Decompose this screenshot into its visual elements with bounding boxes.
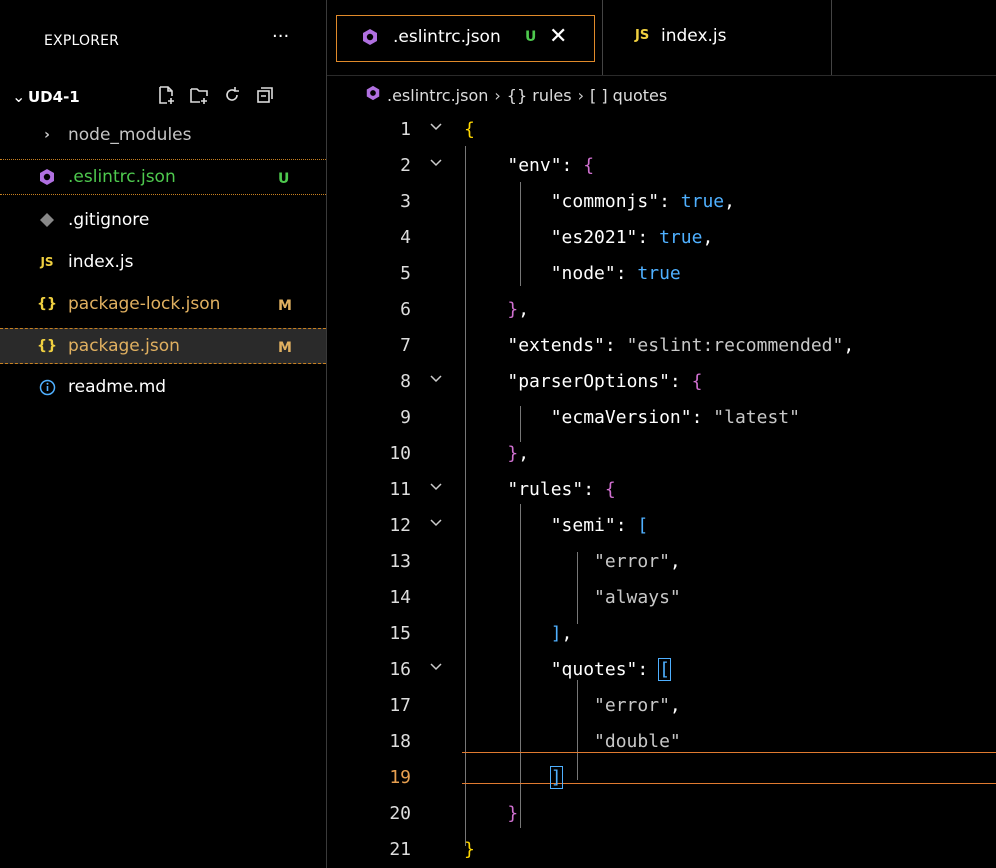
code-line: 15 ], [327, 618, 996, 650]
code-line: 7 "extends": "eslint:recommended", [327, 330, 996, 362]
modified-badge: M [278, 298, 292, 314]
workspace-folder[interactable]: ⌄ UD4-1 [0, 84, 326, 114]
line-number: 9 [400, 407, 411, 428]
file-name: package.json [68, 336, 180, 356]
file-item-node-modules[interactable]: › node_modules [0, 118, 326, 154]
eslint-icon [38, 168, 56, 186]
line-number: 7 [400, 335, 411, 356]
code-line: 6 }, [327, 294, 996, 326]
code-line: 21 } [327, 834, 996, 866]
line-number: 6 [400, 299, 411, 320]
code-line: 8 "parserOptions": { [327, 366, 996, 398]
eslint-icon [361, 28, 379, 50]
file-name: index.js [68, 252, 134, 272]
line-number: 21 [389, 839, 411, 860]
eslint-icon [365, 85, 381, 105]
more-actions-icon[interactable]: ··· [272, 26, 289, 47]
code-line: 9 "ecmaVersion": "latest" [327, 402, 996, 434]
line-number: 5 [400, 263, 411, 284]
chevron-down-icon[interactable]: ⌄ [12, 87, 25, 106]
file-item-package-lock[interactable]: {} package-lock.json M [0, 287, 326, 323]
code-editor[interactable]: 1 { 2 "env": { 3 "commonjs": true, 4 "es… [327, 114, 996, 868]
line-number: 3 [400, 191, 411, 212]
tab-label: .eslintrc.json [393, 27, 501, 47]
modified-badge: M [278, 340, 292, 356]
code-line: 18 "double" [327, 726, 996, 758]
collapse-all-icon[interactable] [254, 84, 276, 106]
new-file-icon[interactable] [155, 84, 177, 106]
line-number: 11 [389, 479, 411, 500]
breadcrumb-quotes[interactable]: [ ] quotes [590, 86, 667, 105]
explorer-sidebar: EXPLORER ··· ⌄ UD4-1 › node_modules .esl… [0, 0, 327, 868]
code-line: 14 "always" [327, 582, 996, 614]
file-name: package-lock.json [68, 294, 221, 314]
file-item-gitignore[interactable]: .gitignore [0, 203, 326, 239]
code-line: 5 "node": true [327, 258, 996, 290]
json-icon: {} [37, 338, 57, 354]
line-number: 18 [389, 731, 411, 752]
chevron-down-icon[interactable] [428, 369, 444, 387]
chevron-down-icon[interactable] [428, 117, 444, 135]
chevron-right-icon: › [44, 127, 50, 143]
chevron-down-icon[interactable] [428, 657, 444, 675]
tab-eslintrc[interactable]: .eslintrc.json U ✕ [336, 15, 595, 62]
line-number: 10 [389, 443, 411, 464]
line-number: 20 [389, 803, 411, 824]
line-number: 13 [389, 551, 411, 572]
line-number: 2 [400, 155, 411, 176]
code-line: 17 "error", [327, 690, 996, 722]
chevron-down-icon[interactable] [428, 477, 444, 495]
line-number: 19 [389, 767, 411, 788]
code-line: 1 { [327, 114, 996, 146]
close-icon[interactable]: ✕ [549, 24, 567, 49]
line-number: 8 [400, 371, 411, 392]
code-line: 3 "commonjs": true, [327, 186, 996, 218]
tab-label: index.js [661, 26, 727, 46]
workspace-folder-name: UD4-1 [28, 88, 80, 106]
json-icon: {} [37, 296, 57, 312]
code-line: 16 "quotes": [ [327, 654, 996, 686]
js-icon: JS [40, 255, 54, 269]
tab-bar: .eslintrc.json U ✕ JS index.js [327, 0, 996, 76]
chevron-down-icon[interactable] [428, 153, 444, 171]
line-number: 16 [389, 659, 411, 680]
new-folder-icon[interactable] [188, 84, 210, 106]
untracked-badge: U [525, 29, 537, 45]
code-line: 4 "es2021": true, [327, 222, 996, 254]
file-name: node_modules [68, 125, 192, 145]
breadcrumb-file[interactable]: .eslintrc.json [387, 86, 488, 105]
git-icon [38, 211, 56, 229]
chevron-right-icon: › [577, 85, 584, 105]
refresh-icon[interactable] [221, 84, 243, 106]
file-name: readme.md [68, 377, 167, 397]
line-number: 4 [400, 227, 411, 248]
line-number: 15 [389, 623, 411, 644]
file-item-eslintrc[interactable]: .eslintrc.json U [0, 159, 326, 195]
file-name: .eslintrc.json [68, 167, 176, 187]
code-line: 11 "rules": { [327, 474, 996, 506]
line-number: 12 [389, 515, 411, 536]
code-line: 20 } [327, 798, 996, 830]
code-line: 12 "semi": [ [327, 510, 996, 542]
line-number: 1 [400, 119, 411, 140]
file-item-index-js[interactable]: JS index.js [0, 245, 326, 281]
untracked-badge: U [278, 171, 290, 187]
code-line: 10 }, [327, 438, 996, 470]
file-item-package-json[interactable]: {} package.json M [0, 328, 326, 364]
breadcrumb: .eslintrc.json › {} rules › [ ] quotes [327, 76, 996, 114]
code-line: 19 ] [327, 762, 996, 794]
explorer-title: EXPLORER [44, 33, 120, 49]
chevron-right-icon: › [494, 85, 501, 105]
code-line: 2 "env": { [327, 150, 996, 182]
code-line: 13 "error", [327, 546, 996, 578]
file-item-readme[interactable]: readme.md [0, 370, 326, 406]
chevron-down-icon[interactable] [428, 513, 444, 531]
breadcrumb-rules[interactable]: {} rules [507, 86, 572, 105]
info-icon [38, 378, 56, 396]
file-name: .gitignore [68, 210, 150, 230]
js-icon: JS [635, 28, 650, 43]
line-number: 14 [389, 587, 411, 608]
line-number: 17 [389, 695, 411, 716]
tab-index-js[interactable]: JS index.js [603, 0, 831, 75]
